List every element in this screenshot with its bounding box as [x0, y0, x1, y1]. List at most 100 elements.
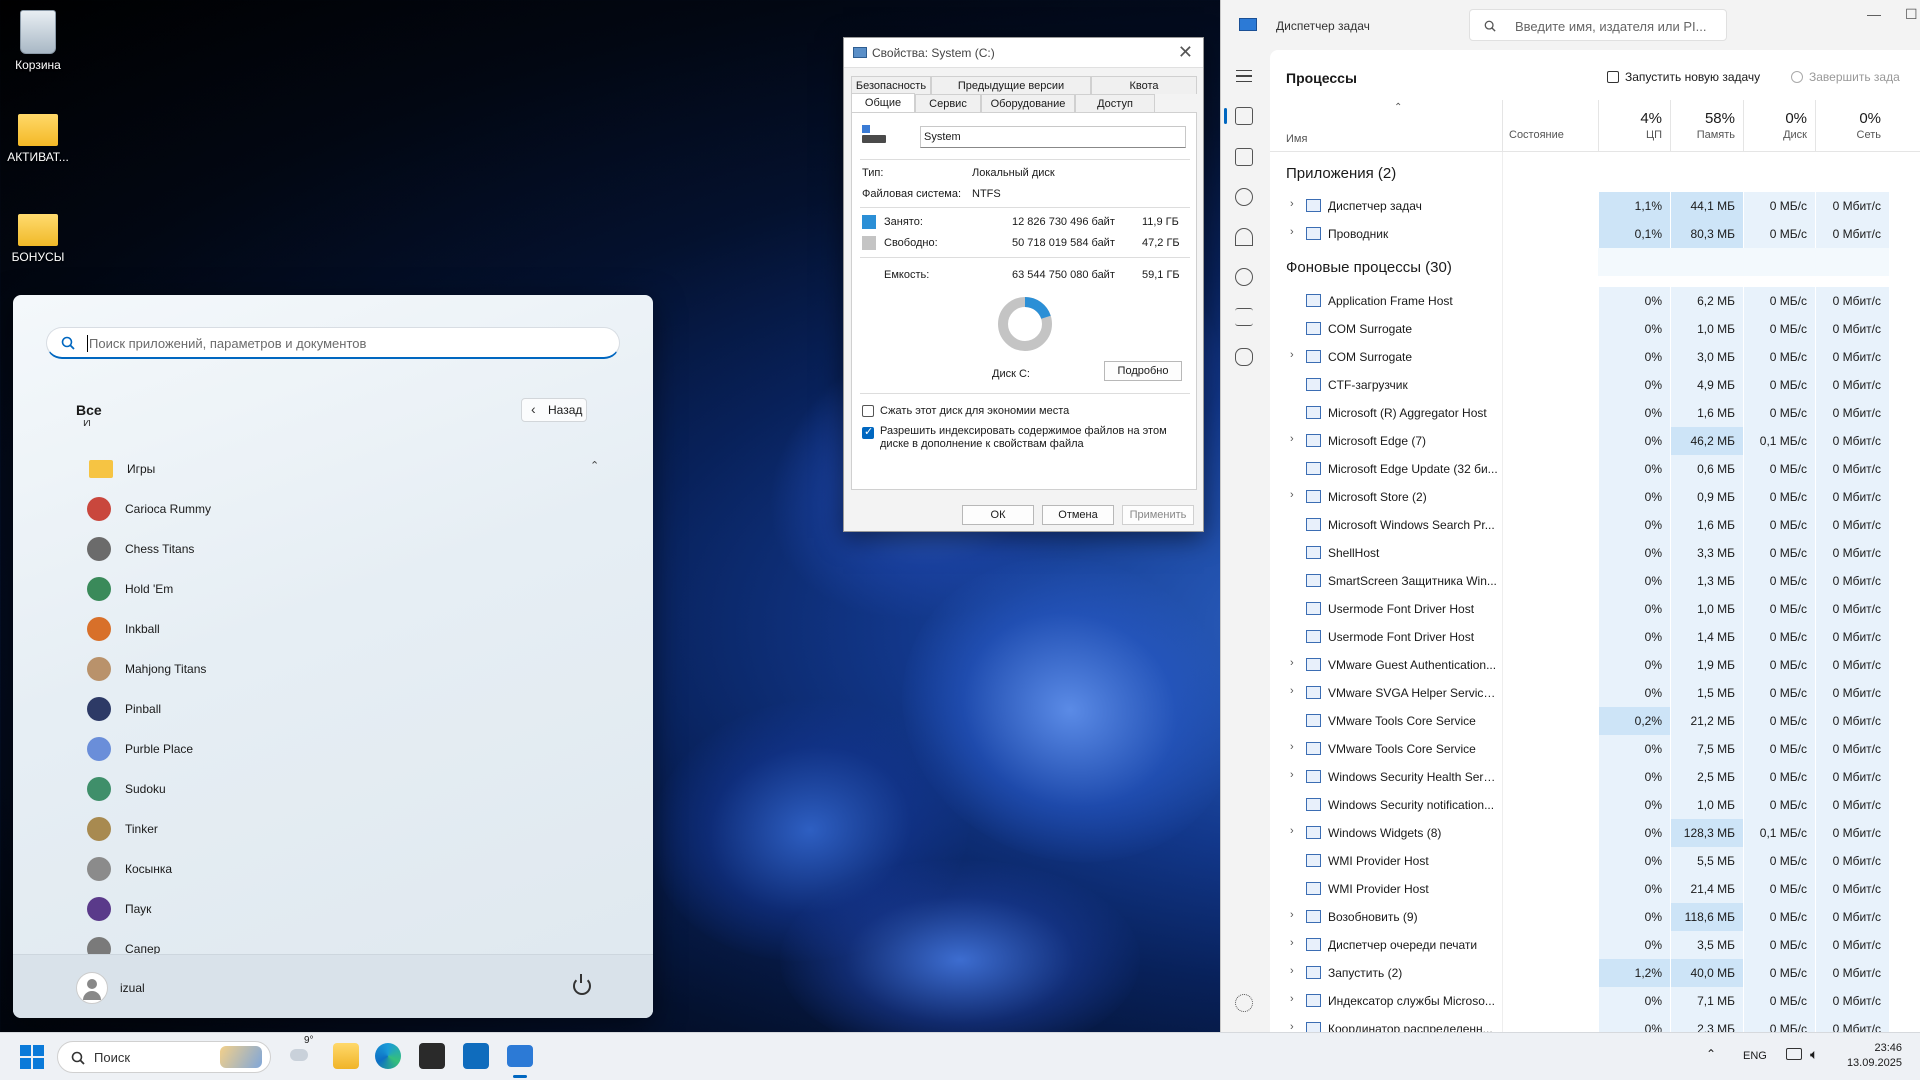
app-list-item[interactable]: Паук — [73, 889, 613, 929]
back-button[interactable]: ‹ Назад — [521, 398, 587, 422]
desktop-icon-activator[interactable]: АКТИВАТ... — [0, 110, 78, 164]
expand-chevron-icon[interactable]: › — [1290, 825, 1294, 837]
close-icon[interactable]: ✕ — [1178, 42, 1193, 63]
system-clock[interactable]: 23:46 13.09.2025 — [1847, 1041, 1902, 1071]
app-list-item[interactable]: Carioca Rummy — [73, 489, 613, 529]
process-row[interactable]: › Индексатор службы Microso... 0% 7,1 МБ 0 М… — [1270, 987, 1920, 1015]
desktop-icon-bonuses[interactable]: БОНУСЫ — [0, 210, 78, 264]
hamburger-icon[interactable] — [1236, 70, 1252, 82]
settings-gear-icon[interactable] — [1235, 994, 1253, 1012]
expand-chevron-icon[interactable]: › — [1290, 685, 1294, 697]
process-row[interactable]: CTF-загрузчик 0% 4,9 МБ 0 МБ/с 0 Мбит/с — [1270, 371, 1920, 399]
end-task-button[interactable]: Завершить зада — [1791, 70, 1900, 84]
expand-chevron-icon[interactable]: › — [1290, 657, 1294, 669]
cancel-button[interactable]: Отмена — [1042, 505, 1114, 525]
file-explorer-icon[interactable] — [333, 1043, 359, 1069]
desktop-icon-recycle-bin[interactable]: Корзина — [0, 10, 78, 72]
edge-icon[interactable] — [375, 1043, 401, 1069]
app-history-icon[interactable] — [1235, 188, 1253, 206]
ok-button[interactable]: ОК — [962, 505, 1034, 525]
outlook-icon[interactable] — [463, 1043, 489, 1069]
maximize-icon[interactable]: ☐ — [1905, 6, 1918, 23]
expand-chevron-icon[interactable]: › — [1290, 741, 1294, 753]
apply-button[interactable]: Применить — [1122, 505, 1194, 525]
tab-3[interactable]: Доступ — [1075, 94, 1155, 112]
process-row[interactable]: Application Frame Host 0% 6,2 МБ 0 МБ/с 0 Мб… — [1270, 287, 1920, 315]
weather-widget[interactable]: 9° — [288, 1035, 314, 1069]
app-list-item[interactable]: Sudoku — [73, 769, 613, 809]
volume-icon[interactable]: 🔈︎ — [1810, 1046, 1818, 1063]
tray-chevron-up-icon[interactable]: ⌃ — [1706, 1047, 1716, 1061]
col-name[interactable]: Имя — [1286, 133, 1307, 145]
process-row[interactable]: WMI Provider Host 0% 21,4 МБ 0 МБ/с 0 Мбит/с — [1270, 875, 1920, 903]
services-icon[interactable] — [1235, 348, 1253, 366]
app-list-item[interactable]: Косынка — [73, 849, 613, 889]
run-new-task-button[interactable]: Запустить новую задачу — [1607, 70, 1760, 84]
expand-chevron-icon[interactable]: › — [1290, 433, 1294, 445]
index-checkbox[interactable] — [862, 425, 874, 439]
process-row[interactable]: ShellHost 0% 3,3 МБ 0 МБ/с 0 Мбит/с — [1270, 539, 1920, 567]
col-cpu[interactable]: 4% ЦП — [1598, 100, 1670, 152]
process-row[interactable]: Usermode Font Driver Host 0% 1,0 МБ 0 МБ/с 0… — [1270, 595, 1920, 623]
language-indicator[interactable]: ENG — [1743, 1050, 1767, 1062]
expand-chevron-icon[interactable]: › — [1290, 993, 1294, 1005]
minimize-icon[interactable]: — — [1867, 6, 1881, 22]
games-folder[interactable]: Игры ⌃ — [73, 449, 613, 489]
process-row[interactable]: Microsoft Edge Update (32 би... 0% 0,6 МБ 0… — [1270, 455, 1920, 483]
app-list-item[interactable]: Purble Place — [73, 729, 613, 769]
taskmgr-search-box[interactable]: Введите имя, издателя или PI... — [1469, 9, 1727, 41]
expand-chevron-icon[interactable]: › — [1290, 965, 1294, 977]
power-icon[interactable] — [573, 974, 591, 995]
tab-2[interactable]: Оборудование — [981, 94, 1075, 112]
tab-2[interactable]: Квота — [1091, 76, 1197, 94]
process-row[interactable]: › Диспетчер задач 1,1% 44,1 МБ 0 МБ/с 0 Мбит/… — [1270, 192, 1920, 220]
process-row[interactable]: COM Surrogate 0% 1,0 МБ 0 МБ/с 0 Мбит/с — [1270, 315, 1920, 343]
expand-chevron-icon[interactable]: › — [1290, 1021, 1294, 1032]
tab-1[interactable]: Сервис — [915, 94, 981, 112]
process-row[interactable]: › Координатор распределенн... 0% 2,3 МБ 0 МБ… — [1270, 1015, 1920, 1032]
process-row[interactable]: › Запустить (2) 1,2% 40,0 МБ 0 МБ/с 0 Мбит/с — [1270, 959, 1920, 987]
col-memory[interactable]: 58% Память — [1670, 100, 1743, 152]
process-row[interactable]: › Windows Widgets (8) 0% 128,3 МБ 0,1 МБ/с 0 … — [1270, 819, 1920, 847]
taskbar-search-box[interactable]: Поиск — [57, 1041, 271, 1073]
process-row[interactable]: › Проводник 0,1% 80,3 МБ 0 МБ/с 0 Мбит/с — [1270, 220, 1920, 248]
app-list-item[interactable]: Inkball — [73, 609, 613, 649]
process-row[interactable]: VMware Tools Core Service 0,2% 21,2 МБ 0 МБ… — [1270, 707, 1920, 735]
expand-chevron-icon[interactable]: › — [1290, 349, 1294, 361]
volume-name-input[interactable]: System — [920, 126, 1186, 148]
process-row[interactable]: › VMware Tools Core Service 0% 7,5 МБ 0 МБ/с… — [1270, 735, 1920, 763]
app-list-item[interactable]: Mahjong Titans — [73, 649, 613, 689]
network-icon[interactable] — [1786, 1048, 1802, 1060]
col-status[interactable]: Состояние — [1502, 100, 1598, 152]
tab-0[interactable]: Общие — [851, 93, 915, 113]
app-list-item[interactable]: Tinker — [73, 809, 613, 849]
details-button[interactable]: Подробно — [1104, 361, 1182, 381]
process-row[interactable]: Windows Security notification... 0% 1,0 МБ… — [1270, 791, 1920, 819]
tab-0[interactable]: Безопасность — [851, 76, 931, 94]
app-list-item[interactable]: Hold 'Em — [73, 569, 613, 609]
process-row[interactable]: › Windows Security Health Servi... 0% 2,5 М… — [1270, 763, 1920, 791]
process-row[interactable]: › VMware SVGA Helper Service (... 0% 1,5 МБ… — [1270, 679, 1920, 707]
app-list-item[interactable]: Chess Titans — [73, 529, 613, 569]
user-name[interactable]: izual — [120, 981, 145, 995]
app-list-item[interactable]: Pinball — [73, 689, 613, 729]
process-row[interactable]: Microsoft Windows Search Pr... 0% 1,6 МБ 0 … — [1270, 511, 1920, 539]
col-network[interactable]: 0% Сеть — [1815, 100, 1889, 152]
processes-icon[interactable] — [1235, 107, 1253, 125]
expand-chevron-icon[interactable]: › — [1290, 198, 1294, 210]
expand-chevron-icon[interactable]: › — [1290, 489, 1294, 501]
tab-1[interactable]: Предыдущие версии — [931, 76, 1091, 94]
store-icon[interactable] — [419, 1043, 445, 1069]
process-row[interactable]: › Microsoft Store (2) 0% 0,9 МБ 0 МБ/с 0 Мбит… — [1270, 483, 1920, 511]
performance-icon[interactable] — [1235, 148, 1253, 166]
expand-chevron-icon[interactable]: › — [1290, 226, 1294, 238]
process-row[interactable]: › Microsoft Edge (7) 0% 46,2 МБ 0,1 МБ/с 0 Мб… — [1270, 427, 1920, 455]
process-row[interactable]: WMI Provider Host 0% 5,5 МБ 0 МБ/с 0 Мбит/с — [1270, 847, 1920, 875]
process-row[interactable]: › Диспетчер очереди печати 0% 3,5 МБ 0 МБ/с 0… — [1270, 931, 1920, 959]
start-search-box[interactable]: Поиск приложений, параметров и документо… — [46, 327, 620, 359]
taskmgr-taskbar-icon[interactable] — [507, 1045, 533, 1067]
process-row[interactable]: › VMware Guest Authentication... 0% 1,9 МБ 0… — [1270, 651, 1920, 679]
process-row[interactable]: › Возобновить (9) 0% 118,6 МБ 0 МБ/с 0 Мбит/с — [1270, 903, 1920, 931]
details-icon[interactable] — [1235, 308, 1253, 326]
expand-chevron-icon[interactable]: › — [1290, 937, 1294, 949]
